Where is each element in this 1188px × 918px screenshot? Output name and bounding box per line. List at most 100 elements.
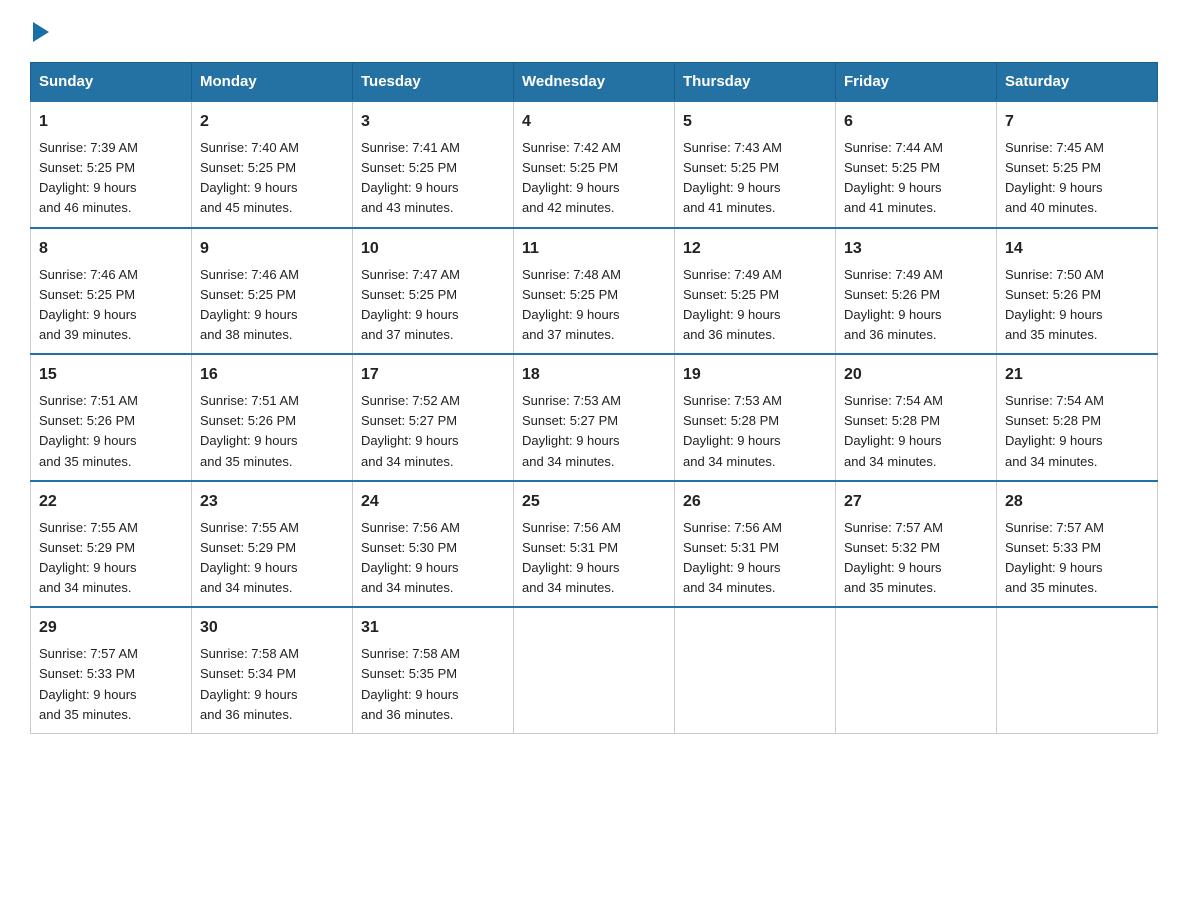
logo — [30, 20, 49, 42]
page-header — [30, 20, 1158, 42]
day-info: Sunrise: 7:53 AMSunset: 5:27 PMDaylight:… — [522, 393, 621, 468]
day-number: 4 — [522, 110, 666, 134]
calendar-cell: 16 Sunrise: 7:51 AMSunset: 5:26 PMDaylig… — [192, 354, 353, 481]
day-info: Sunrise: 7:43 AMSunset: 5:25 PMDaylight:… — [683, 140, 782, 215]
day-info: Sunrise: 7:50 AMSunset: 5:26 PMDaylight:… — [1005, 267, 1104, 342]
calendar-cell: 31 Sunrise: 7:58 AMSunset: 5:35 PMDaylig… — [353, 607, 514, 733]
day-number: 5 — [683, 110, 827, 134]
day-number: 31 — [361, 616, 505, 640]
weekday-header-row: SundayMondayTuesdayWednesdayThursdayFrid… — [31, 63, 1158, 102]
day-info: Sunrise: 7:49 AMSunset: 5:25 PMDaylight:… — [683, 267, 782, 342]
day-number: 13 — [844, 237, 988, 261]
calendar-cell: 29 Sunrise: 7:57 AMSunset: 5:33 PMDaylig… — [31, 607, 192, 733]
calendar-cell: 17 Sunrise: 7:52 AMSunset: 5:27 PMDaylig… — [353, 354, 514, 481]
calendar-cell: 21 Sunrise: 7:54 AMSunset: 5:28 PMDaylig… — [997, 354, 1158, 481]
calendar-cell: 18 Sunrise: 7:53 AMSunset: 5:27 PMDaylig… — [514, 354, 675, 481]
day-info: Sunrise: 7:53 AMSunset: 5:28 PMDaylight:… — [683, 393, 782, 468]
calendar-cell: 26 Sunrise: 7:56 AMSunset: 5:31 PMDaylig… — [675, 481, 836, 608]
day-number: 9 — [200, 237, 344, 261]
weekday-header-thursday: Thursday — [675, 63, 836, 102]
calendar-cell: 24 Sunrise: 7:56 AMSunset: 5:30 PMDaylig… — [353, 481, 514, 608]
calendar-header: SundayMondayTuesdayWednesdayThursdayFrid… — [31, 63, 1158, 102]
weekday-header-tuesday: Tuesday — [353, 63, 514, 102]
calendar-week-row: 29 Sunrise: 7:57 AMSunset: 5:33 PMDaylig… — [31, 607, 1158, 733]
day-info: Sunrise: 7:56 AMSunset: 5:30 PMDaylight:… — [361, 520, 460, 595]
day-number: 16 — [200, 363, 344, 387]
calendar-cell: 14 Sunrise: 7:50 AMSunset: 5:26 PMDaylig… — [997, 228, 1158, 355]
day-info: Sunrise: 7:54 AMSunset: 5:28 PMDaylight:… — [844, 393, 943, 468]
day-number: 29 — [39, 616, 183, 640]
day-info: Sunrise: 7:54 AMSunset: 5:28 PMDaylight:… — [1005, 393, 1104, 468]
day-number: 19 — [683, 363, 827, 387]
day-number: 17 — [361, 363, 505, 387]
calendar-body: 1 Sunrise: 7:39 AMSunset: 5:25 PMDayligh… — [31, 101, 1158, 733]
calendar-cell: 8 Sunrise: 7:46 AMSunset: 5:25 PMDayligh… — [31, 228, 192, 355]
day-number: 15 — [39, 363, 183, 387]
calendar-cell: 1 Sunrise: 7:39 AMSunset: 5:25 PMDayligh… — [31, 101, 192, 228]
calendar-week-row: 8 Sunrise: 7:46 AMSunset: 5:25 PMDayligh… — [31, 228, 1158, 355]
day-number: 7 — [1005, 110, 1149, 134]
calendar-cell: 19 Sunrise: 7:53 AMSunset: 5:28 PMDaylig… — [675, 354, 836, 481]
day-number: 14 — [1005, 237, 1149, 261]
calendar-cell: 2 Sunrise: 7:40 AMSunset: 5:25 PMDayligh… — [192, 101, 353, 228]
day-info: Sunrise: 7:55 AMSunset: 5:29 PMDaylight:… — [39, 520, 138, 595]
day-number: 20 — [844, 363, 988, 387]
day-number: 2 — [200, 110, 344, 134]
calendar-cell: 20 Sunrise: 7:54 AMSunset: 5:28 PMDaylig… — [836, 354, 997, 481]
day-number: 12 — [683, 237, 827, 261]
day-info: Sunrise: 7:57 AMSunset: 5:33 PMDaylight:… — [1005, 520, 1104, 595]
day-number: 30 — [200, 616, 344, 640]
calendar-cell — [836, 607, 997, 733]
calendar-cell: 28 Sunrise: 7:57 AMSunset: 5:33 PMDaylig… — [997, 481, 1158, 608]
calendar-cell: 11 Sunrise: 7:48 AMSunset: 5:25 PMDaylig… — [514, 228, 675, 355]
day-number: 1 — [39, 110, 183, 134]
calendar-cell: 22 Sunrise: 7:55 AMSunset: 5:29 PMDaylig… — [31, 481, 192, 608]
day-info: Sunrise: 7:47 AMSunset: 5:25 PMDaylight:… — [361, 267, 460, 342]
day-info: Sunrise: 7:46 AMSunset: 5:25 PMDaylight:… — [200, 267, 299, 342]
day-info: Sunrise: 7:49 AMSunset: 5:26 PMDaylight:… — [844, 267, 943, 342]
day-info: Sunrise: 7:46 AMSunset: 5:25 PMDaylight:… — [39, 267, 138, 342]
day-number: 3 — [361, 110, 505, 134]
calendar-cell: 9 Sunrise: 7:46 AMSunset: 5:25 PMDayligh… — [192, 228, 353, 355]
day-number: 26 — [683, 490, 827, 514]
day-number: 10 — [361, 237, 505, 261]
day-number: 8 — [39, 237, 183, 261]
day-info: Sunrise: 7:58 AMSunset: 5:34 PMDaylight:… — [200, 646, 299, 721]
calendar-cell: 6 Sunrise: 7:44 AMSunset: 5:25 PMDayligh… — [836, 101, 997, 228]
day-info: Sunrise: 7:57 AMSunset: 5:32 PMDaylight:… — [844, 520, 943, 595]
logo-arrow-icon — [33, 22, 49, 42]
weekday-header-sunday: Sunday — [31, 63, 192, 102]
calendar-cell — [675, 607, 836, 733]
day-info: Sunrise: 7:56 AMSunset: 5:31 PMDaylight:… — [522, 520, 621, 595]
day-number: 21 — [1005, 363, 1149, 387]
day-number: 23 — [200, 490, 344, 514]
day-info: Sunrise: 7:51 AMSunset: 5:26 PMDaylight:… — [200, 393, 299, 468]
calendar-cell — [514, 607, 675, 733]
day-number: 6 — [844, 110, 988, 134]
day-info: Sunrise: 7:58 AMSunset: 5:35 PMDaylight:… — [361, 646, 460, 721]
calendar-table: SundayMondayTuesdayWednesdayThursdayFrid… — [30, 62, 1158, 734]
calendar-cell: 10 Sunrise: 7:47 AMSunset: 5:25 PMDaylig… — [353, 228, 514, 355]
day-info: Sunrise: 7:40 AMSunset: 5:25 PMDaylight:… — [200, 140, 299, 215]
day-info: Sunrise: 7:42 AMSunset: 5:25 PMDaylight:… — [522, 140, 621, 215]
day-number: 28 — [1005, 490, 1149, 514]
logo-general — [30, 20, 49, 42]
calendar-cell: 12 Sunrise: 7:49 AMSunset: 5:25 PMDaylig… — [675, 228, 836, 355]
day-number: 11 — [522, 237, 666, 261]
calendar-cell: 13 Sunrise: 7:49 AMSunset: 5:26 PMDaylig… — [836, 228, 997, 355]
calendar-cell: 7 Sunrise: 7:45 AMSunset: 5:25 PMDayligh… — [997, 101, 1158, 228]
day-info: Sunrise: 7:55 AMSunset: 5:29 PMDaylight:… — [200, 520, 299, 595]
day-info: Sunrise: 7:56 AMSunset: 5:31 PMDaylight:… — [683, 520, 782, 595]
day-info: Sunrise: 7:57 AMSunset: 5:33 PMDaylight:… — [39, 646, 138, 721]
day-number: 22 — [39, 490, 183, 514]
day-info: Sunrise: 7:52 AMSunset: 5:27 PMDaylight:… — [361, 393, 460, 468]
calendar-week-row: 15 Sunrise: 7:51 AMSunset: 5:26 PMDaylig… — [31, 354, 1158, 481]
day-number: 27 — [844, 490, 988, 514]
day-info: Sunrise: 7:44 AMSunset: 5:25 PMDaylight:… — [844, 140, 943, 215]
calendar-cell: 15 Sunrise: 7:51 AMSunset: 5:26 PMDaylig… — [31, 354, 192, 481]
calendar-week-row: 22 Sunrise: 7:55 AMSunset: 5:29 PMDaylig… — [31, 481, 1158, 608]
day-info: Sunrise: 7:39 AMSunset: 5:25 PMDaylight:… — [39, 140, 138, 215]
calendar-cell: 5 Sunrise: 7:43 AMSunset: 5:25 PMDayligh… — [675, 101, 836, 228]
calendar-cell — [997, 607, 1158, 733]
day-info: Sunrise: 7:51 AMSunset: 5:26 PMDaylight:… — [39, 393, 138, 468]
